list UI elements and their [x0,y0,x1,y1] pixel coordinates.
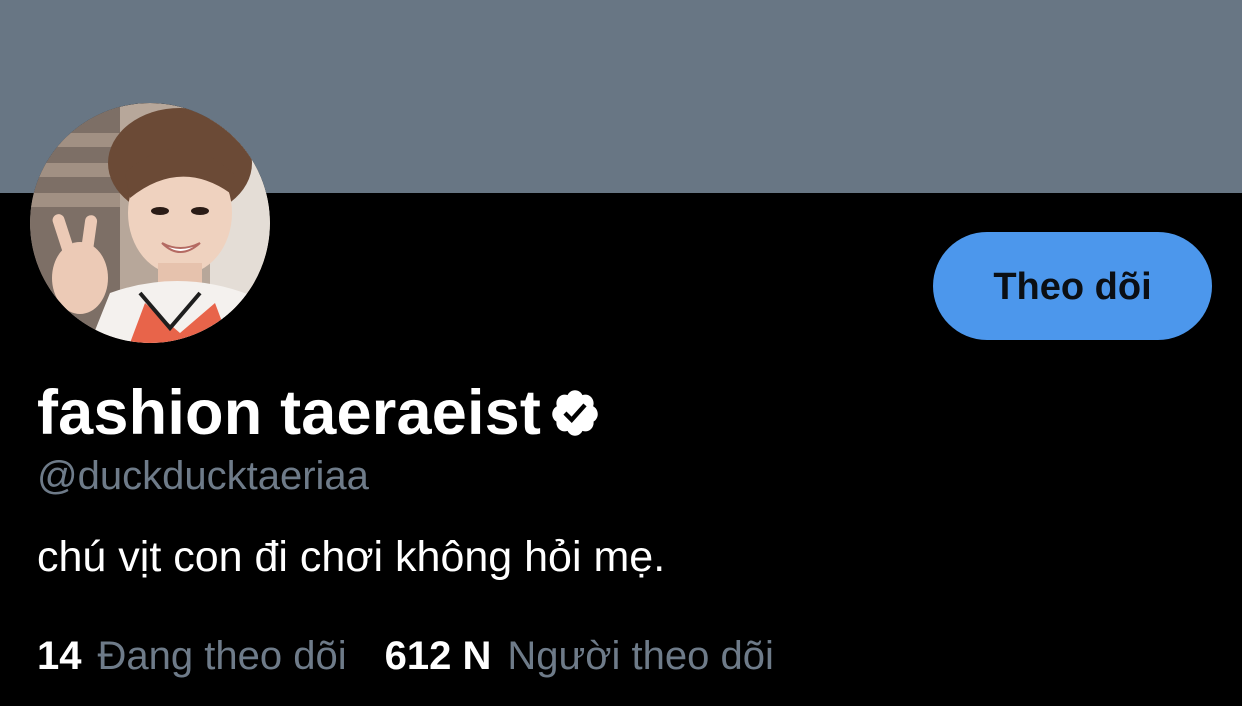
followers-count: 612 N [384,634,492,678]
profile-bio: chú vịt con đi chơi không hỏi mẹ. [37,533,666,581]
followers-label: Người theo dõi [507,634,774,678]
avatar[interactable] [30,103,270,343]
display-name-row: fashion taeraeist [37,378,601,448]
follow-button[interactable]: Theo dõi [933,232,1212,340]
profile-handle: @duckducktaeriaa [37,454,369,498]
following-label: Đang theo dõi [97,634,347,678]
profile-stats: 14 Đang theo dõi 612 N Người theo dõi [37,632,812,680]
display-name: fashion taeraeist [37,378,542,448]
verified-badge-icon[interactable] [549,387,601,439]
following-count: 14 [37,634,82,678]
following-stat[interactable]: 14 Đang theo dõi [37,632,347,680]
followers-stat[interactable]: 612 N Người theo dõi [385,632,774,680]
avatar-photo [30,103,270,343]
